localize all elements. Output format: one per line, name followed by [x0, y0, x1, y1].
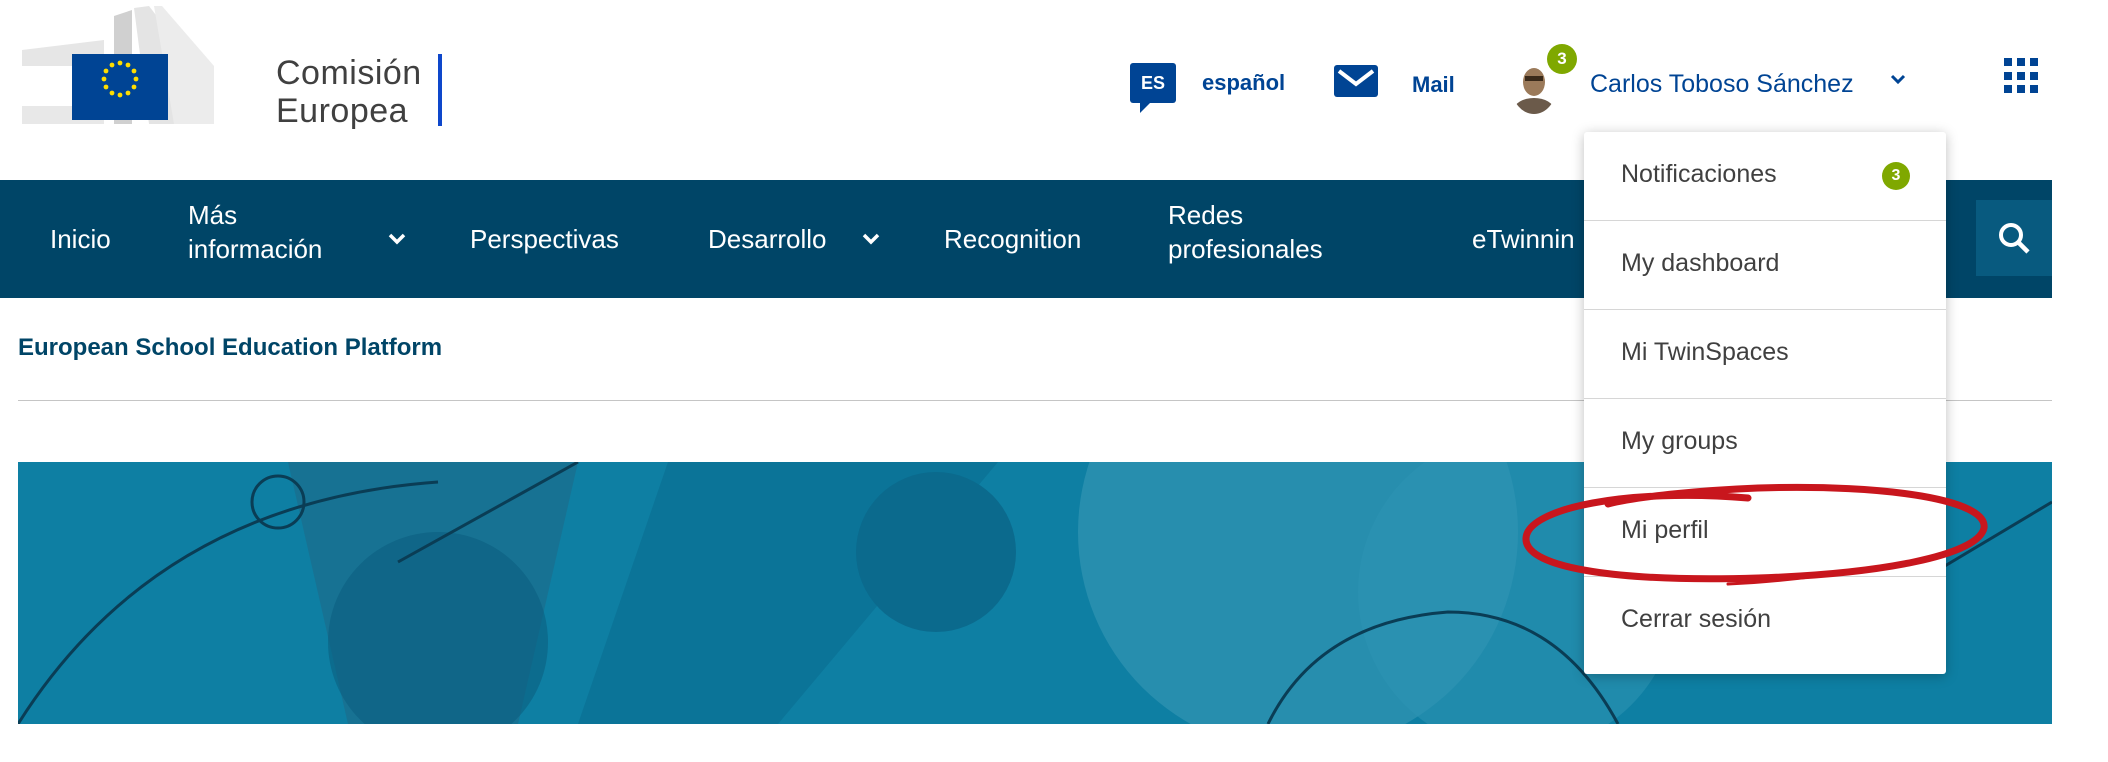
language-badge[interactable]: ES: [1130, 63, 1176, 113]
menu-item-label: Cerrar sesión: [1621, 605, 1772, 633]
nav-item-desarrollo[interactable]: Desarrollo: [708, 222, 827, 256]
menu-item-label: Mi TwinSpaces: [1621, 338, 1789, 366]
nav-item-redes-profesionales[interactable]: Redes profesionales: [1168, 198, 1323, 266]
mail-link[interactable]: Mail: [1412, 72, 1455, 98]
avatar[interactable]: [1512, 62, 1556, 114]
apps-grid-icon[interactable]: [2004, 58, 2040, 94]
ec-logo-graphic: [22, 6, 214, 124]
language-code: ES: [1140, 72, 1165, 93]
chevron-down-icon[interactable]: [1887, 68, 1909, 90]
menu-item-notificaciones[interactable]: Notificaciones 3: [1584, 132, 1946, 221]
nav-item-mas-informacion[interactable]: Más información: [188, 198, 322, 266]
nav-item-label-line1: Redes: [1168, 200, 1244, 230]
menu-item-label: My dashboard: [1621, 249, 1780, 277]
nav-item-recognition[interactable]: Recognition: [944, 222, 1081, 256]
search-button[interactable]: [1976, 200, 2052, 276]
logo-line2: Europea: [276, 92, 409, 130]
user-menu-toggle[interactable]: Carlos Toboso Sánchez: [1590, 70, 1854, 99]
nav-item-label-line1: Más: [188, 200, 238, 230]
logo-line1: Comisión: [276, 54, 422, 92]
logo-text: Comisión Europea: [276, 54, 422, 130]
nav-item-inicio[interactable]: Inicio: [50, 222, 111, 256]
notification-count-badge: 3: [1882, 162, 1910, 190]
notification-count-badge[interactable]: 3: [1547, 44, 1577, 74]
menu-item-mi-twinspaces[interactable]: Mi TwinSpaces: [1584, 310, 1946, 399]
search-icon: [1999, 223, 2030, 254]
highlight-annotation: [1522, 483, 1988, 586]
menu-item-label: Notificaciones: [1621, 160, 1777, 188]
nav-item-label-line2: información: [188, 234, 323, 264]
menu-item-label: My groups: [1621, 427, 1738, 455]
nav-item-etwinning[interactable]: eTwinnin: [1472, 222, 1575, 256]
nav-item-perspectivas[interactable]: Perspectivas: [470, 222, 619, 256]
language-selector[interactable]: español: [1202, 70, 1285, 96]
menu-item-my-dashboard[interactable]: My dashboard: [1584, 221, 1946, 310]
logo-divider: [438, 54, 442, 126]
chevron-down-icon[interactable]: [386, 228, 408, 250]
site-title[interactable]: European School Education Platform: [18, 334, 442, 362]
nav-item-label-line2: profesionales: [1168, 234, 1323, 264]
chevron-down-icon[interactable]: [860, 228, 882, 250]
menu-item-my-groups[interactable]: My groups: [1584, 399, 1946, 488]
mail-icon[interactable]: [1333, 64, 1379, 98]
